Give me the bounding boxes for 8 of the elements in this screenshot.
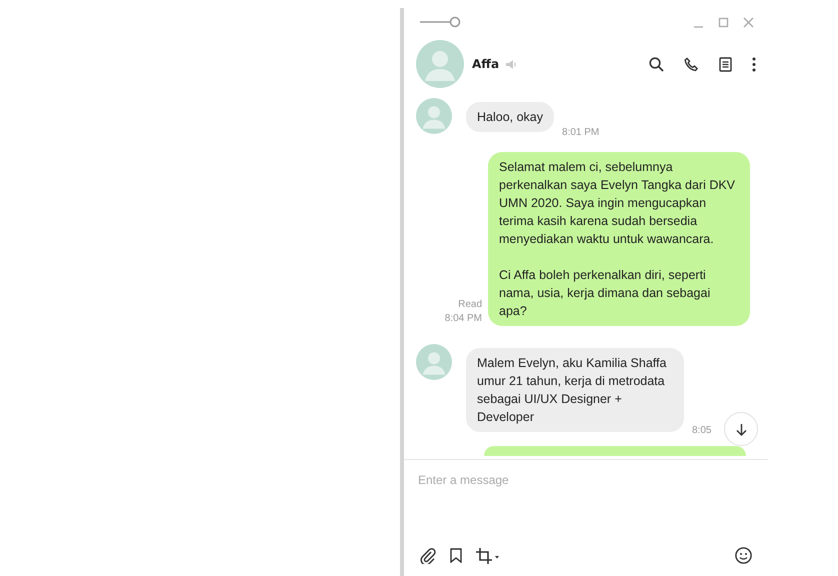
message-time: 8:01 PM: [562, 127, 600, 138]
message-time: 8:05: [692, 425, 712, 436]
message-bubble: Malem Evelyn, aku Kamilia Shaffa umur 21 tahun, kerja di metrodata sebagai UI/UX Designer + Developer: [466, 348, 684, 432]
message-time: 8:04 PM: [444, 312, 482, 326]
message-bubble: Selamat malem ci, sebelumnya perkenalkan saya Evelyn Tangka dari DKV UMN 2020. Saya ingin mengucapkan terima kasih karena sudah bersedia menyediakan waktu untuk wawancara. Ci Affa boleh perkenalkan diri, seperti nama, usia, kerja dimana dan sebagai apa?: [488, 152, 750, 326]
read-status: Read: [458, 298, 482, 312]
contact-name: Affa: [472, 57, 500, 71]
message-bubble: Haloo, okay: [466, 102, 554, 132]
